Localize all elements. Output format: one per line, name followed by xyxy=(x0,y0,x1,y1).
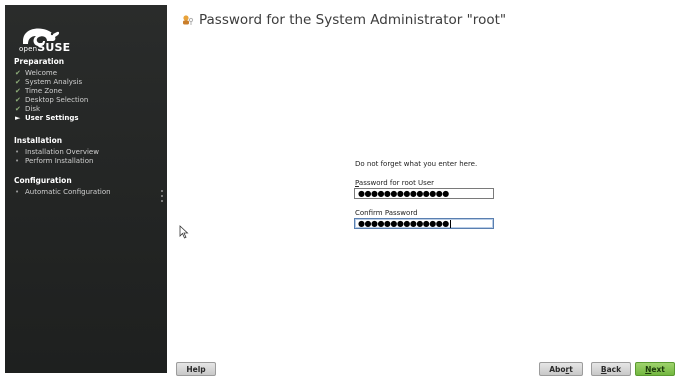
back-button[interactable]: Back xyxy=(591,362,631,376)
sidebar-resize-handle[interactable] xyxy=(160,190,164,204)
step-perform-installation: • Perform Installation xyxy=(15,157,94,165)
checkmark-icon: ✔ xyxy=(15,78,21,86)
step-installation-overview: • Installation Overview xyxy=(15,148,99,156)
step-automatic-configuration: • Automatic Configuration xyxy=(15,188,111,196)
step-disk: ✔ Disk xyxy=(15,105,41,113)
checkmark-icon: ✔ xyxy=(15,96,21,104)
next-button[interactable]: Next xyxy=(635,362,675,376)
bullet-icon: • xyxy=(15,148,20,156)
step-system-analysis: ✔ System Analysis xyxy=(15,78,83,86)
user-key-icon xyxy=(183,15,194,25)
brand-logo-text: openSUSE xyxy=(19,41,71,54)
section-title-preparation: Preparation xyxy=(14,57,65,66)
confirm-password-label: Confirm Password xyxy=(355,209,418,217)
page-title: Password for the System Administrator "r… xyxy=(199,12,507,28)
step-desktop-selection: ✔ Desktop Selection xyxy=(15,96,89,104)
password-field[interactable]: ●●●●●●●●●●●●●● xyxy=(354,188,494,199)
bullet-icon: • xyxy=(15,188,20,196)
checkmark-icon: ✔ xyxy=(15,87,21,95)
step-user-settings: ► User Settings xyxy=(15,114,79,122)
abort-button[interactable]: Abo r t xyxy=(539,362,583,376)
text-caret xyxy=(449,219,451,228)
section-title-configuration: Configuration xyxy=(14,176,72,185)
password-hint: Do not forget what you enter here. xyxy=(355,160,478,168)
checkmark-icon: ✔ xyxy=(15,105,21,113)
sidebar: openSUSE Preparation ✔ Welcome ✔ System An… xyxy=(5,5,167,373)
step-welcome: ✔ Welcome xyxy=(15,69,58,77)
mouse-pointer-icon xyxy=(179,225,189,239)
confirm-password-field[interactable]: ●●●●●●●●●●●●●● xyxy=(354,218,494,229)
password-label: Password for root User xyxy=(355,179,435,187)
step-time-zone: ✔ Time Zone xyxy=(15,87,63,95)
help-button[interactable]: Help xyxy=(176,362,216,376)
installer-window: openSUSE Preparation ✔ Welcome ✔ System An… xyxy=(0,0,682,378)
arrow-right-icon: ► xyxy=(15,114,21,122)
bullet-icon: • xyxy=(15,157,20,165)
section-title-installation: Installation xyxy=(14,136,63,145)
checkmark-icon: ✔ xyxy=(15,69,21,77)
